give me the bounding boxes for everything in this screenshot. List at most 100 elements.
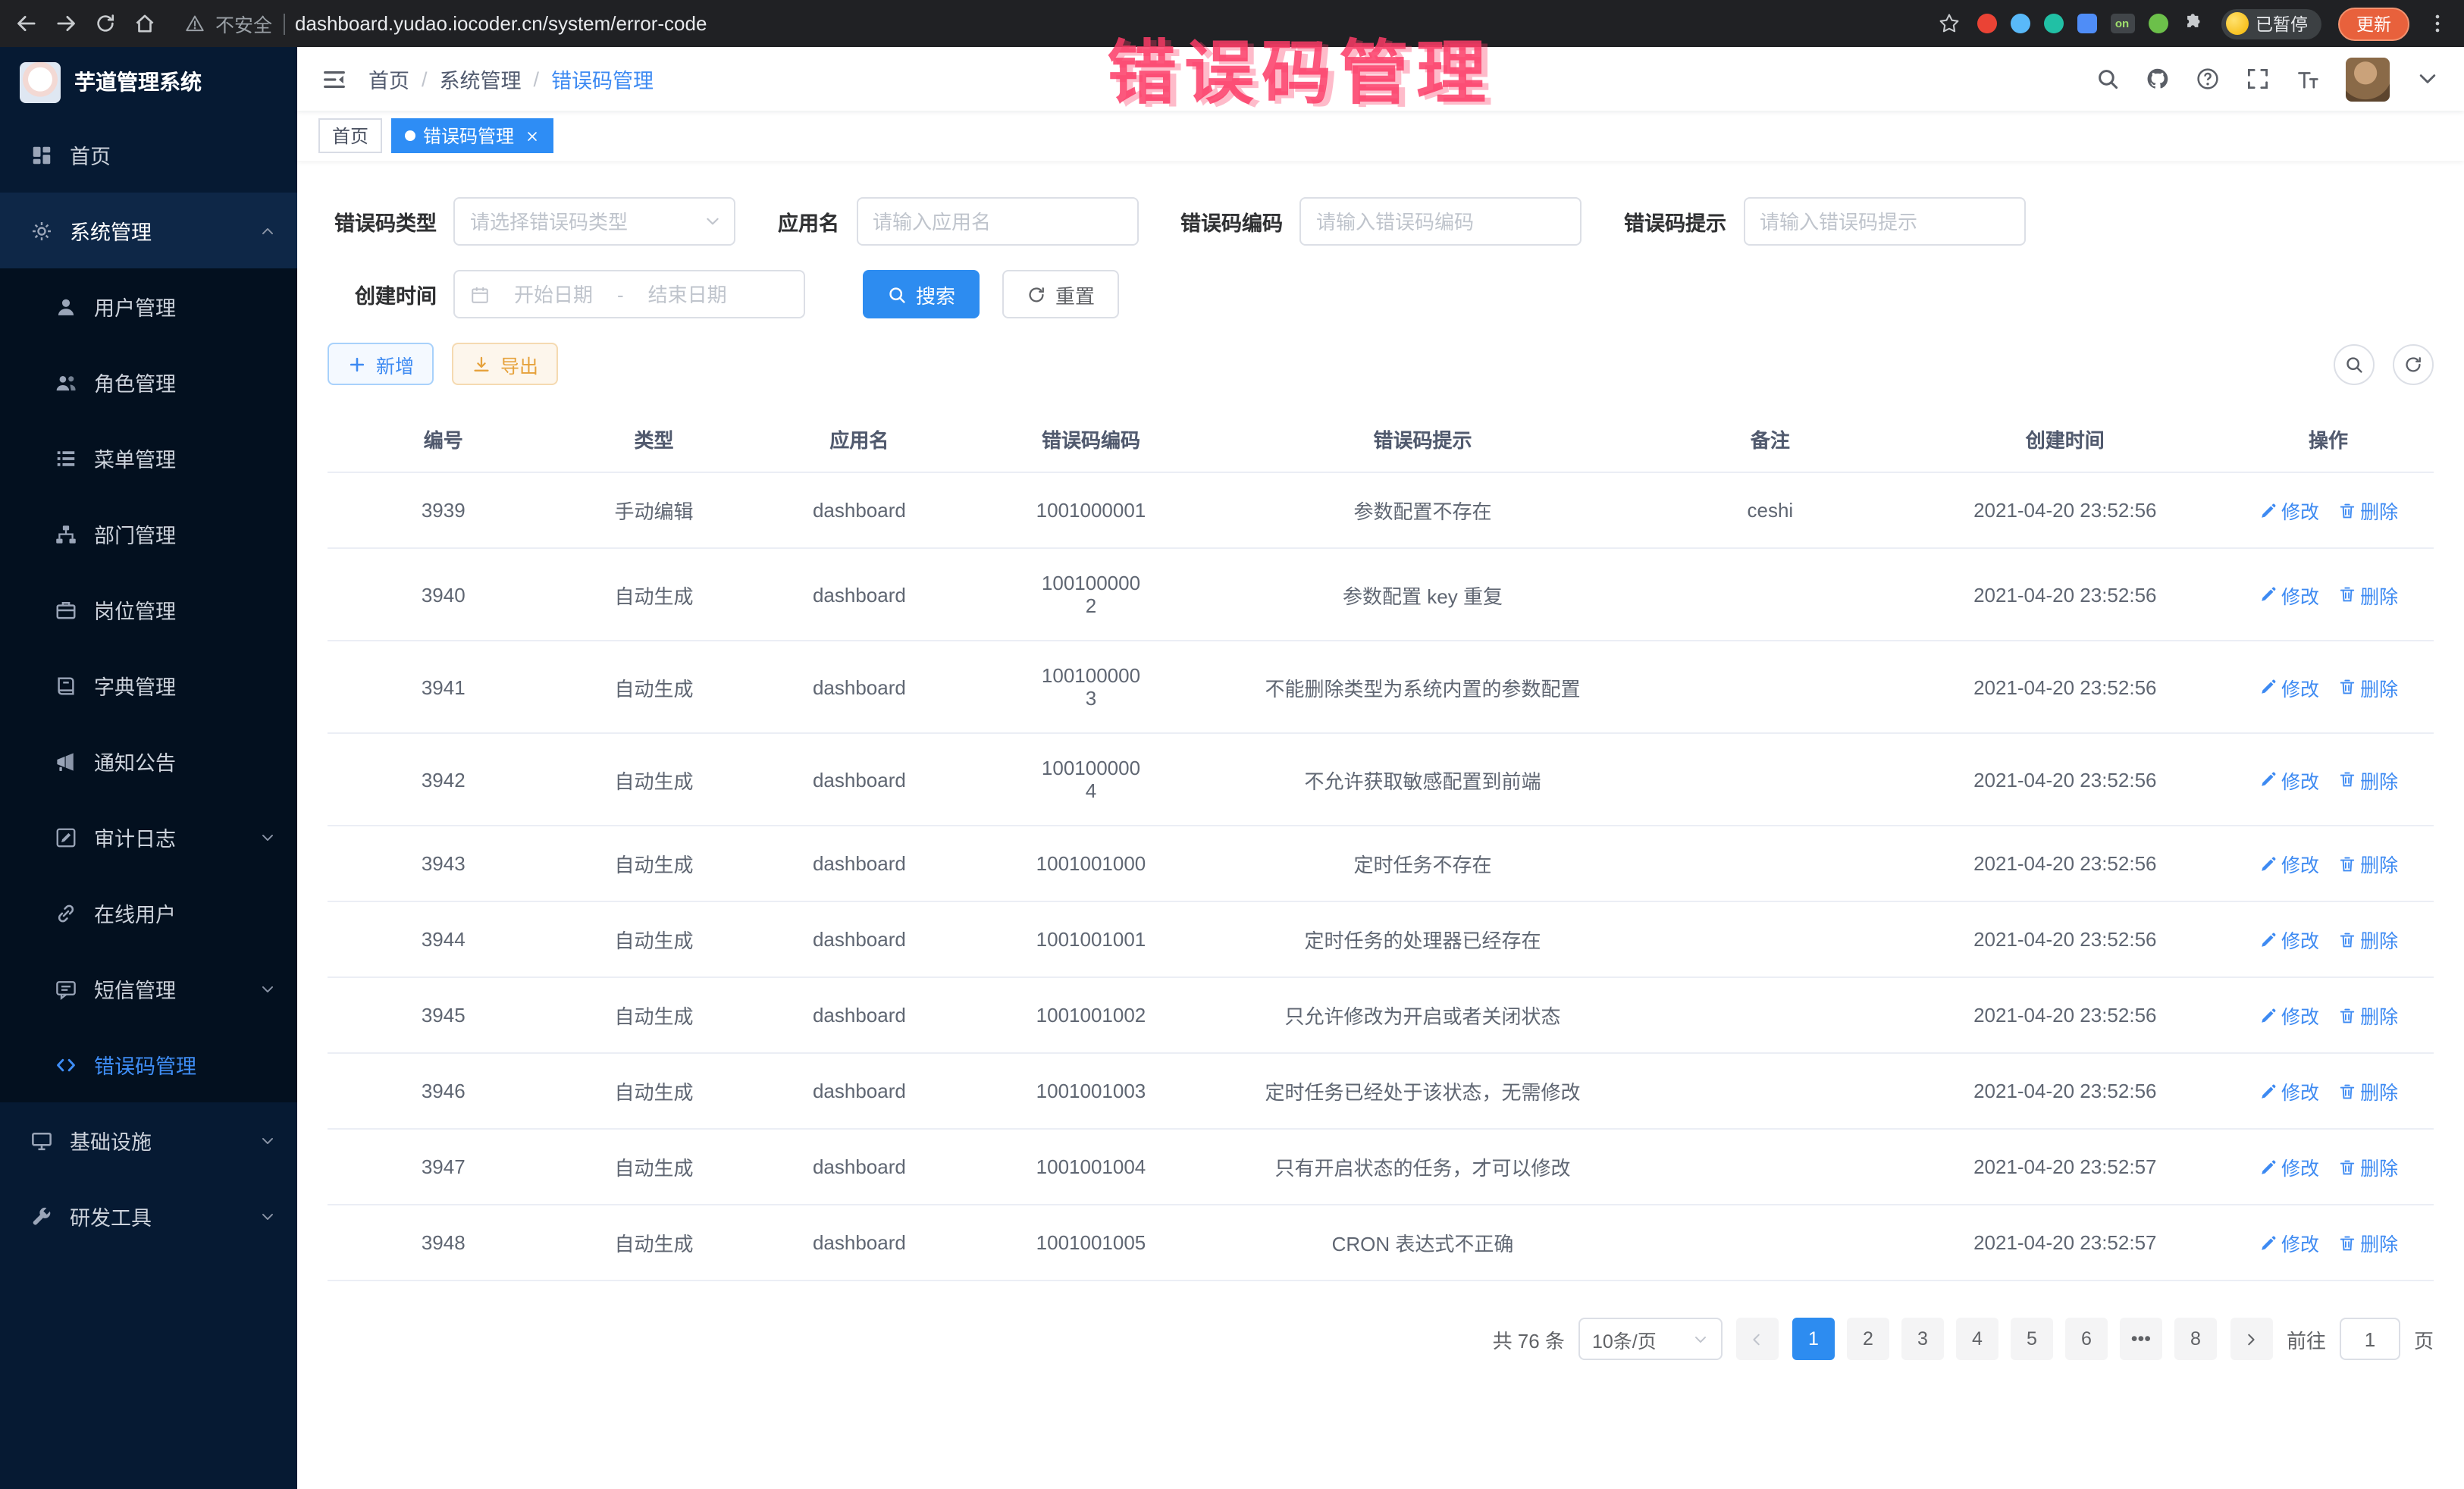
avatar-caret-icon[interactable] [2415, 67, 2440, 91]
page-button-3[interactable]: 3 [1901, 1318, 1944, 1360]
page-button-4[interactable]: 4 [1956, 1318, 1998, 1360]
cell-app: dashboard [749, 977, 970, 1053]
sidebar-item-error-code[interactable]: 错误码管理 [0, 1027, 297, 1102]
fullscreen-icon[interactable] [2246, 67, 2270, 91]
next-page-button[interactable] [2230, 1318, 2273, 1360]
sidebar-toggle-icon[interactable] [321, 66, 347, 92]
sidebar-item-sms[interactable]: 短信管理 [0, 951, 297, 1027]
sidebar-item-menu[interactable]: 菜单管理 [0, 420, 297, 496]
table-row: 3942自动生成dashboard100100000 4不允许获取敏感配置到前端… [328, 733, 2434, 826]
sidebar-item-devtools[interactable]: 研发工具 [0, 1178, 297, 1254]
edit-link[interactable]: 修改 [2259, 849, 2319, 878]
breadcrumb-home[interactable]: 首页 [368, 64, 409, 94]
edit-link[interactable]: 修改 [2259, 765, 2319, 794]
browser-menu-icon[interactable] [2426, 12, 2449, 35]
edit-link[interactable]: 修改 [2259, 1077, 2319, 1105]
page-button-8[interactable]: 8 [2174, 1318, 2217, 1360]
page-size-select[interactable]: 10条/页 [1578, 1318, 1723, 1360]
edit-link-label: 修改 [2281, 1077, 2319, 1105]
delete-link[interactable]: 删除 [2337, 1001, 2398, 1030]
error-type-select[interactable] [453, 197, 735, 246]
page-button-1[interactable]: 1 [1792, 1318, 1835, 1360]
bookmark-star-icon[interactable] [1937, 12, 1960, 35]
pager-ellipsis[interactable]: ••• [2120, 1318, 2162, 1360]
sidebar-item-infrastructure[interactable]: 基础设施 [0, 1102, 297, 1178]
browser-reload-icon[interactable] [94, 12, 117, 35]
delete-link[interactable]: 删除 [2337, 1077, 2398, 1105]
delete-link[interactable]: 删除 [2337, 849, 2398, 878]
search-button[interactable]: 搜索 [863, 270, 980, 318]
error-code-input[interactable] [1316, 210, 1565, 233]
delete-link[interactable]: 删除 [2337, 580, 2398, 609]
extension-icon[interactable]: on [2110, 14, 2134, 33]
start-date-input[interactable] [499, 283, 608, 306]
browser-home-icon[interactable] [133, 12, 156, 35]
chrome-update-button[interactable]: 更新 [2338, 7, 2409, 40]
breadcrumb-separator: / [534, 67, 540, 90]
sidebar-item-notice[interactable]: 通知公告 [0, 723, 297, 799]
delete-link[interactable]: 删除 [2337, 1228, 2398, 1257]
goto-page-input[interactable] [2340, 1318, 2400, 1360]
user-avatar[interactable] [2346, 57, 2390, 101]
export-button[interactable]: 导出 [452, 343, 558, 385]
create-time-range[interactable]: - [453, 270, 805, 318]
toggle-search-button[interactable] [2334, 343, 2375, 384]
search-icon [2344, 354, 2364, 374]
app-name-control[interactable] [856, 197, 1138, 246]
github-icon[interactable] [2146, 67, 2170, 91]
extensions-puzzle-icon[interactable] [2181, 12, 2204, 35]
refresh-table-button[interactable] [2393, 343, 2434, 384]
sidebar-item-dept[interactable]: 部门管理 [0, 496, 297, 572]
help-icon[interactable] [2196, 67, 2220, 91]
edit-link[interactable]: 修改 [2259, 1228, 2319, 1257]
end-date-input[interactable] [633, 283, 742, 306]
delete-link[interactable]: 删除 [2337, 672, 2398, 701]
app-name-input[interactable] [873, 210, 1121, 233]
sidebar-item-home[interactable]: 首页 [0, 117, 297, 193]
edit-link[interactable]: 修改 [2259, 925, 2319, 954]
table-body: 3939手动编辑dashboard1001000001参数配置不存在ceshi2… [328, 472, 2434, 1281]
tab-home[interactable]: 首页 [318, 118, 382, 153]
breadcrumb-system[interactable]: 系统管理 [440, 64, 522, 94]
app-logo[interactable]: 芋道管理系统 [0, 47, 297, 117]
sidebar-item-post[interactable]: 岗位管理 [0, 572, 297, 647]
sidebar-item-user[interactable]: 用户管理 [0, 268, 297, 344]
error-hint-control[interactable] [1743, 197, 2025, 246]
sidebar-item-audit-log[interactable]: 审计日志 [0, 799, 297, 875]
profile-paused-badge[interactable]: 已暂停 [2221, 8, 2321, 39]
tab-error-code[interactable]: 错误码管理 [391, 118, 553, 153]
error-hint-input[interactable] [1760, 210, 2008, 233]
edit-link[interactable]: 修改 [2259, 1152, 2319, 1181]
edit-link[interactable]: 修改 [2259, 496, 2319, 525]
error-type-input[interactable] [470, 210, 719, 233]
edit-link[interactable]: 修改 [2259, 1001, 2319, 1030]
delete-link[interactable]: 删除 [2337, 496, 2398, 525]
edit-link[interactable]: 修改 [2259, 672, 2319, 701]
font-size-icon[interactable] [2296, 67, 2320, 91]
error-code-control[interactable] [1299, 197, 1582, 246]
add-button[interactable]: 新增 [328, 343, 434, 385]
extension-icon[interactable] [2043, 14, 2063, 33]
extension-icon[interactable] [2148, 14, 2168, 33]
header-search-icon[interactable] [2096, 67, 2120, 91]
close-icon[interactable] [525, 128, 540, 143]
delete-link[interactable]: 删除 [2337, 765, 2398, 794]
address-bar[interactable]: 不安全 dashboard.yudao.iocoder.cn/system/er… [173, 9, 1960, 38]
reset-button[interactable]: 重置 [1002, 270, 1119, 318]
page-button-5[interactable]: 5 [2011, 1318, 2053, 1360]
prev-page-button[interactable] [1736, 1318, 1779, 1360]
sidebar-item-online-user[interactable]: 在线用户 [0, 875, 297, 951]
edit-link[interactable]: 修改 [2259, 580, 2319, 609]
extension-icon[interactable] [1977, 14, 1996, 33]
delete-link[interactable]: 删除 [2337, 925, 2398, 954]
sidebar-item-system[interactable]: 系统管理 [0, 193, 297, 268]
page-button-6[interactable]: 6 [2065, 1318, 2108, 1360]
extension-icon[interactable] [2010, 14, 2030, 33]
delete-link[interactable]: 删除 [2337, 1152, 2398, 1181]
extension-icon[interactable] [2077, 14, 2096, 33]
page-button-2[interactable]: 2 [1847, 1318, 1889, 1360]
sidebar-item-role[interactable]: 角色管理 [0, 344, 297, 420]
browser-back-icon[interactable] [15, 12, 38, 35]
browser-forward-icon[interactable] [55, 12, 77, 35]
sidebar-item-dict[interactable]: 字典管理 [0, 647, 297, 723]
